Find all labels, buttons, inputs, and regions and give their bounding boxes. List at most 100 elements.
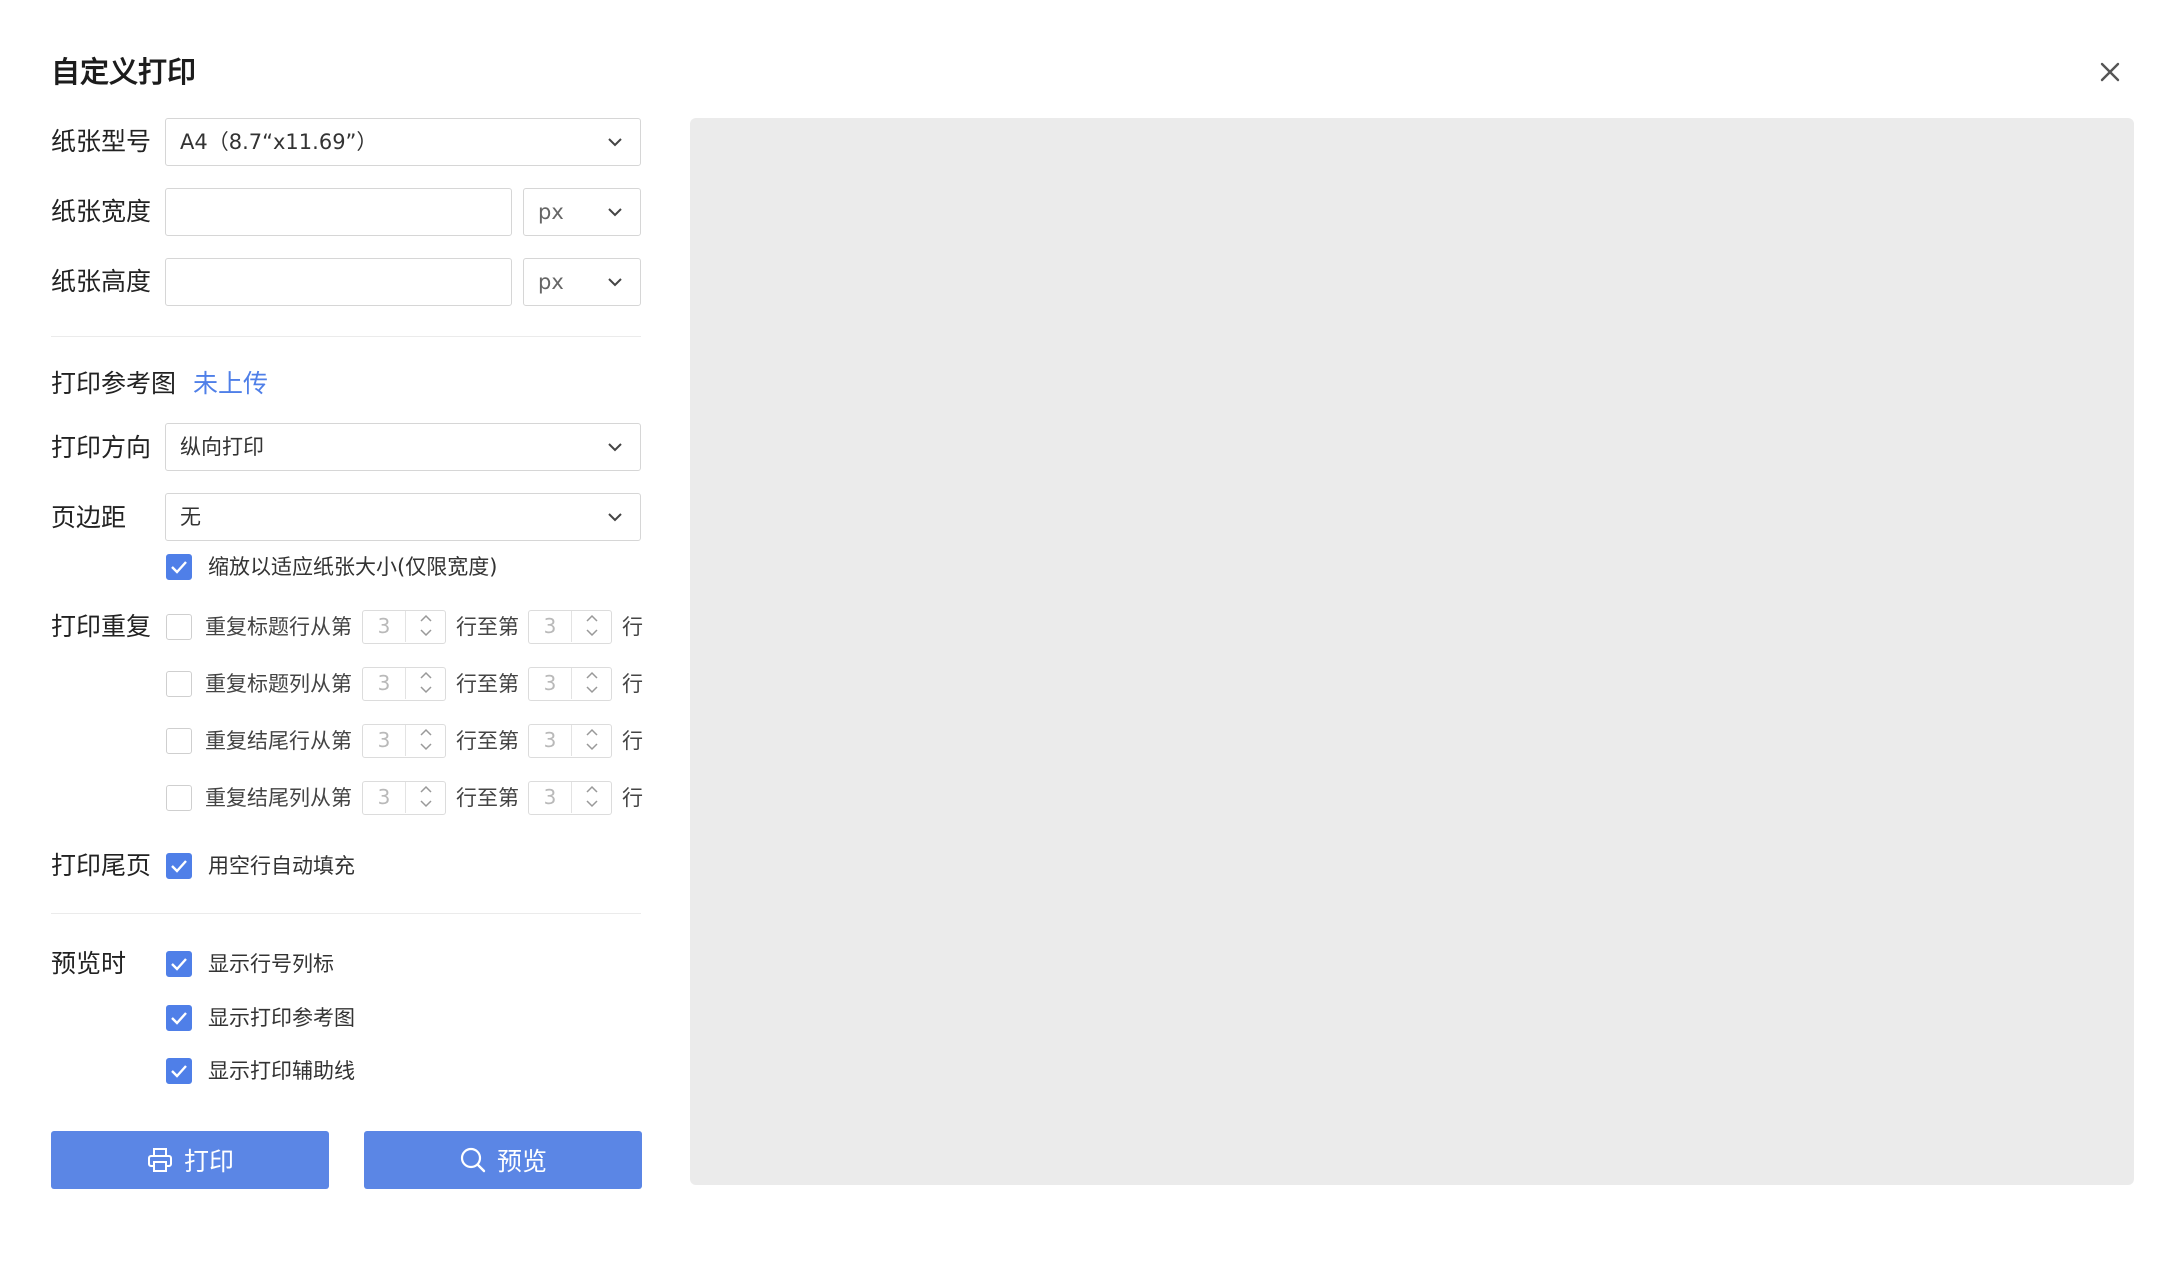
- decrement-button[interactable]: [406, 740, 446, 755]
- chevron-down-icon: [608, 138, 622, 147]
- chevron-up-icon: [586, 671, 598, 679]
- paper-type-label: 纸张型号: [51, 127, 152, 156]
- paper-width-unit-select[interactable]: px: [523, 188, 641, 236]
- row-suffix-text: 行: [622, 786, 643, 810]
- margin-select[interactable]: 无: [165, 493, 641, 541]
- repeat-footer-rows-from-stepper[interactable]: 3: [362, 724, 446, 758]
- chevron-down-icon: [586, 800, 598, 808]
- chevron-down-icon: [586, 686, 598, 694]
- search-icon: [460, 1147, 486, 1173]
- row-suffix-text: 行: [622, 672, 643, 696]
- chevron-down-icon: [420, 686, 432, 694]
- paper-height-unit-select[interactable]: px: [523, 258, 641, 306]
- paper-height-label: 纸张高度: [51, 267, 152, 296]
- repeat-footer-columns-to-stepper[interactable]: 3: [528, 781, 612, 815]
- paper-type-select[interactable]: A4（8.7“x11.69”）: [165, 118, 641, 166]
- row-suffix-text: 行: [622, 615, 643, 639]
- increment-button[interactable]: [572, 725, 612, 740]
- chevron-up-icon: [420, 728, 432, 736]
- orientation-select[interactable]: 纵向打印: [165, 423, 641, 471]
- stepper-value: 3: [377, 785, 391, 809]
- print-button[interactable]: 打印: [51, 1131, 329, 1189]
- repeat-title-rows-from-stepper[interactable]: 3: [362, 610, 446, 644]
- show-reference-image-label: 显示打印参考图: [208, 1006, 355, 1030]
- paper-width-input[interactable]: [165, 188, 512, 236]
- decrement-button[interactable]: [406, 797, 446, 812]
- paper-height-input[interactable]: [165, 258, 512, 306]
- repeat-title-rows-checkbox[interactable]: [166, 614, 192, 640]
- print-preview-pane: [690, 118, 2134, 1185]
- repeat-footer-rows-checkbox[interactable]: [166, 728, 192, 754]
- chevron-up-icon: [420, 671, 432, 679]
- repeat-title-rows-to-stepper[interactable]: 3: [528, 610, 612, 644]
- stepper-arrows: [571, 782, 612, 813]
- stepper-arrows: [571, 725, 612, 756]
- stepper-arrows: [571, 668, 612, 699]
- stepper-value: 3: [543, 785, 557, 809]
- paper-height-unit-value: px: [538, 270, 564, 294]
- stepper-arrows: [405, 782, 446, 813]
- stepper-value: 3: [543, 671, 557, 695]
- preview-options-label: 预览时: [51, 949, 127, 978]
- decrement-button[interactable]: [572, 626, 612, 641]
- show-row-column-headers-label: 显示行号列标: [208, 952, 334, 976]
- margin-value: 无: [180, 505, 201, 529]
- printer-icon: [147, 1148, 172, 1172]
- decrement-button[interactable]: [572, 797, 612, 812]
- increment-button[interactable]: [406, 782, 446, 797]
- check-icon: [171, 1065, 187, 1078]
- orientation-value: 纵向打印: [180, 435, 264, 459]
- to-row-text: 行至第: [456, 786, 519, 810]
- divider: [51, 336, 641, 337]
- show-row-column-headers-checkbox[interactable]: [166, 951, 192, 977]
- chevron-down-icon: [608, 513, 622, 522]
- auto-fill-blank-rows-checkbox[interactable]: [166, 853, 192, 879]
- increment-button[interactable]: [406, 611, 446, 626]
- repeat-title-columns-to-stepper[interactable]: 3: [528, 667, 612, 701]
- chevron-down-icon: [608, 443, 622, 452]
- repeat-footer-rows-to-stepper[interactable]: 3: [528, 724, 612, 758]
- check-icon: [171, 958, 187, 971]
- stepper-arrows: [405, 611, 446, 642]
- increment-button[interactable]: [572, 782, 612, 797]
- repeat-title-columns-checkbox[interactable]: [166, 671, 192, 697]
- chevron-down-icon: [586, 743, 598, 751]
- divider: [51, 913, 641, 914]
- scale-to-fit-checkbox[interactable]: [166, 554, 192, 580]
- decrement-button[interactable]: [406, 626, 446, 641]
- print-repeat-label: 打印重复: [51, 612, 152, 641]
- scale-to-fit-label: 缩放以适应纸张大小(仅限宽度): [208, 555, 498, 579]
- custom-print-dialog: 自定义打印 纸张型号 A4（8.7“x11.69”） 纸张宽度 px 纸张高度 …: [0, 0, 2167, 1264]
- increment-button[interactable]: [572, 668, 612, 683]
- upload-reference-link[interactable]: 未上传: [193, 367, 268, 401]
- orientation-label: 打印方向: [51, 433, 152, 462]
- decrement-button[interactable]: [572, 683, 612, 698]
- decrement-button[interactable]: [406, 683, 446, 698]
- preview-button[interactable]: 预览: [364, 1131, 642, 1189]
- repeat-title-columns-from-stepper[interactable]: 3: [362, 667, 446, 701]
- chevron-down-icon: [420, 800, 432, 808]
- increment-button[interactable]: [406, 725, 446, 740]
- stepper-value: 3: [543, 614, 557, 638]
- show-guide-lines-label: 显示打印辅助线: [208, 1059, 355, 1083]
- paper-width-label: 纸张宽度: [51, 197, 152, 226]
- repeat-footer-columns-from-stepper[interactable]: 3: [362, 781, 446, 815]
- chevron-up-icon: [586, 785, 598, 793]
- show-guide-lines-checkbox[interactable]: [166, 1058, 192, 1084]
- stepper-value: 3: [377, 614, 391, 638]
- reference-image-label: 打印参考图: [51, 369, 177, 398]
- show-reference-image-checkbox[interactable]: [166, 1005, 192, 1031]
- decrement-button[interactable]: [572, 740, 612, 755]
- increment-button[interactable]: [572, 611, 612, 626]
- chevron-down-icon: [420, 743, 432, 751]
- paper-width-unit-value: px: [538, 200, 564, 224]
- margin-label: 页边距: [51, 503, 127, 532]
- chevron-up-icon: [586, 614, 598, 622]
- stepper-value: 3: [543, 728, 557, 752]
- repeat-footer-columns-checkbox[interactable]: [166, 785, 192, 811]
- chevron-down-icon: [586, 629, 598, 637]
- check-icon: [171, 860, 187, 873]
- check-icon: [171, 561, 187, 574]
- close-icon[interactable]: [2092, 54, 2128, 90]
- increment-button[interactable]: [406, 668, 446, 683]
